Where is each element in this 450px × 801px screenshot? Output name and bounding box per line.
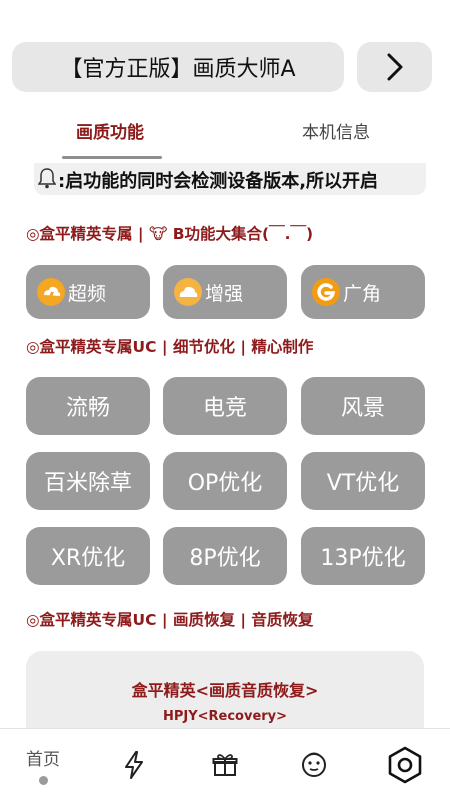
- vt-optimize-button[interactable]: VT优化: [301, 452, 425, 510]
- overclock-button[interactable]: 超频: [26, 265, 150, 319]
- grass-removal-label: 百米除草: [43, 471, 132, 496]
- tab-underline: [62, 156, 162, 159]
- tab-quality-features[interactable]: 画质功能: [76, 118, 144, 143]
- grass-removal-button[interactable]: 百米除草: [26, 452, 150, 510]
- lightning-icon: [125, 751, 143, 779]
- next-button[interactable]: [357, 42, 432, 92]
- nav-home[interactable]: 首页: [0, 729, 90, 801]
- gift-icon: [212, 754, 238, 776]
- 13p-optimize-button[interactable]: 13P优化: [301, 527, 425, 585]
- bottom-nav: 首页: [0, 728, 450, 801]
- g-logo-icon: [312, 278, 340, 306]
- overclock-label: 超频: [68, 282, 107, 305]
- recovery-card-title: 盒平精英<画质音质恢复>: [131, 681, 319, 700]
- vt-optimize-label: VT优化: [326, 471, 400, 496]
- tab-device-info[interactable]: 本机信息: [302, 118, 370, 143]
- xr-optimize-label: XR优化: [50, 546, 126, 571]
- xr-optimize-button[interactable]: XR优化: [26, 527, 150, 585]
- 13p-optimize-label: 13P优化: [320, 546, 406, 571]
- tab-bar: 画质功能 本机信息: [0, 108, 450, 160]
- hexagon-settings-icon: [388, 746, 422, 784]
- recovery-card-subtitle: HPJY<Recovery>: [162, 709, 288, 724]
- chevron-right-icon: [387, 53, 402, 81]
- notice-text: :启功能的同时会检测设备版本,所以开启: [58, 171, 379, 192]
- wide-angle-label: 广角: [343, 282, 382, 305]
- scenery-button[interactable]: 风景: [301, 377, 425, 435]
- nav-settings[interactable]: [360, 729, 450, 801]
- op-optimize-label: OP优化: [187, 471, 263, 496]
- esports-label: 电竞: [202, 396, 247, 421]
- lightning-cloud-icon: [37, 278, 65, 306]
- section-title-recovery: ◎盒平精英专属UC | 画质恢复 | 音质恢复: [26, 611, 314, 629]
- nav-gift[interactable]: [180, 729, 270, 801]
- nav-active-dot: [39, 776, 48, 785]
- top-bar: 【官方正版】画质大师A: [0, 0, 450, 100]
- wide-angle-button[interactable]: 广角: [301, 265, 425, 319]
- app-title-button[interactable]: 【官方正版】画质大师A: [12, 42, 344, 92]
- enhance-label: 增强: [205, 282, 244, 305]
- 8p-optimize-button[interactable]: 8P优化: [163, 527, 287, 585]
- smooth-label: 流畅: [65, 396, 110, 421]
- smooth-button[interactable]: 流畅: [26, 377, 150, 435]
- esports-button[interactable]: 电竞: [163, 377, 287, 435]
- nav-profile[interactable]: [270, 729, 358, 801]
- nav-home-label: 首页: [26, 750, 60, 770]
- enhance-button[interactable]: 增强: [163, 265, 287, 319]
- section-title-detail-optimization: ◎盒平精英专属UC | 细节优化 | 精心制作: [26, 338, 314, 356]
- face-icon: [302, 752, 326, 777]
- op-optimize-button[interactable]: OP优化: [163, 452, 287, 510]
- section-title-feature-set: ◎盒平精英专属 | 🐮 B功能大集合(￣.￣): [26, 225, 314, 243]
- 8p-optimize-label: 8P优化: [189, 546, 261, 571]
- nav-boost[interactable]: [90, 729, 178, 801]
- app-title: 【官方正版】画质大师A: [60, 57, 296, 82]
- notice-banner: :启功能的同时会检测设备版本,所以开启: [34, 163, 426, 195]
- scenery-label: 风景: [340, 396, 385, 421]
- bell-icon: [38, 168, 56, 189]
- cloud-icon: [174, 278, 202, 306]
